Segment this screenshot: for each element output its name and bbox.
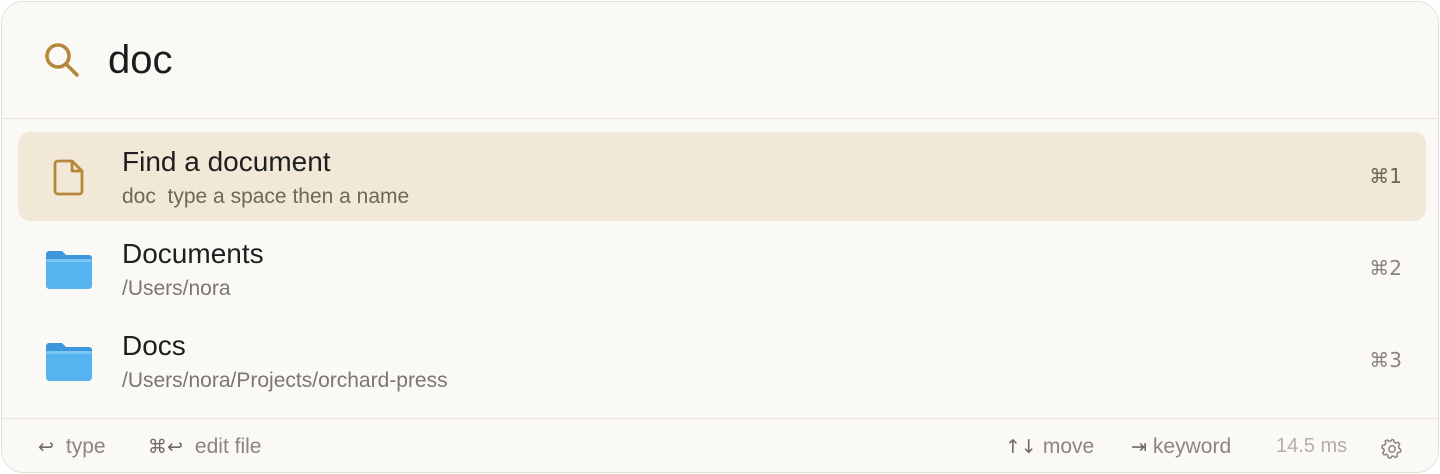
folder-icon xyxy=(46,343,92,381)
return-key-glyph: ↩ xyxy=(38,436,54,458)
hint-move: ↑↓ move xyxy=(1005,435,1094,459)
result-subtitle: doc type a space then a name xyxy=(122,185,409,209)
result-row-docs[interactable]: Docs /Users/nora/Projects/orchard-press … xyxy=(18,316,1426,405)
hint-label: move xyxy=(1042,435,1095,458)
result-shortcut: ⌘3 xyxy=(1369,348,1402,372)
search-input[interactable] xyxy=(108,30,1308,90)
result-title: Docs xyxy=(122,330,186,361)
arrows-glyph: ↑↓ xyxy=(1005,436,1037,458)
result-title: Find a document xyxy=(122,146,331,177)
result-subtitle: /Users/nora xyxy=(122,277,231,300)
launcher-window: Find a document doc type a space then a … xyxy=(1,1,1439,473)
result-row-documents[interactable]: Documents /Users/nora ⌘2 xyxy=(18,224,1426,313)
footer-bar: ↩ type ⌘↩ edit file ↑↓ move ⇥ keyword 14… xyxy=(2,418,1438,472)
hint-edit-file: ⌘↩ edit file xyxy=(148,435,261,459)
gear-icon[interactable] xyxy=(1380,437,1404,461)
result-shortcut: ⌘1 xyxy=(1369,164,1402,188)
result-subtitle: /Users/nora/Projects/orchard-press xyxy=(122,369,448,392)
folder-icon xyxy=(46,251,92,289)
hint-label: keyword xyxy=(1152,435,1232,458)
result-subtitle-text: type a space then a name xyxy=(167,185,410,208)
hint-keyword: ⇥ keyword xyxy=(1131,435,1231,459)
document-icon xyxy=(53,159,84,196)
query-timing: 14.5 ms xyxy=(1276,435,1348,457)
search-bar xyxy=(2,2,1438,119)
result-title: Documents xyxy=(122,238,264,269)
hint-label: edit file xyxy=(194,435,262,458)
result-keyword: doc xyxy=(122,185,156,208)
cmd-return-glyph: ⌘↩ xyxy=(148,436,183,458)
tab-key-glyph: ⇥ xyxy=(1131,436,1147,458)
results-list: Find a document doc type a space then a … xyxy=(18,132,1426,408)
result-row-find-document[interactable]: Find a document doc type a space then a … xyxy=(18,132,1426,221)
hint-label: type xyxy=(65,435,106,458)
hint-type: ↩ type xyxy=(38,435,106,459)
search-icon xyxy=(45,43,79,77)
result-shortcut: ⌘2 xyxy=(1369,256,1402,280)
